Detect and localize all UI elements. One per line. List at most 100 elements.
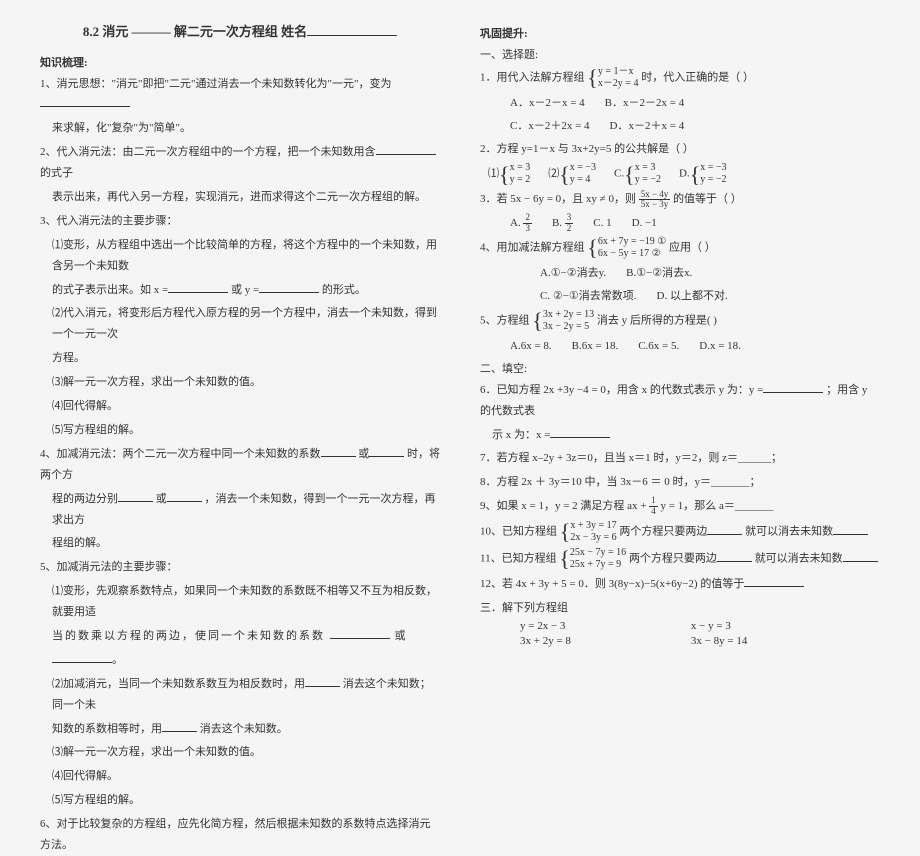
q2-3a: x = 3 [635, 162, 661, 174]
p5-2a-text: ⑵加减消元，当同一个未知数系数互为相反数时，用 [52, 678, 305, 690]
q10-eq2: 2x − 3y = 6 [570, 532, 616, 544]
q3-bd: 2 [565, 224, 574, 234]
p3-1a: ⑴变形，从方程组中选出一个比较简单的方程，将这个方程中的一个未知数，用含另一个未… [40, 235, 440, 277]
point-6: 6、对于比较复杂的方程组，应先化简方程，然后根据未知数的系数特点选择消元方法。 [40, 814, 440, 856]
q1-tail: 时，代入正确的是（ ） [641, 71, 754, 83]
q9: 9、如果 x = 1，y = 2 满足方程 ax + 14 y = 1，那么 a… [480, 496, 880, 517]
p3-1b: 的式子表示出来。如 x = 或 y = 的形式。 [40, 280, 440, 301]
q3-oa: A. [510, 217, 521, 229]
q6c-text: 示 x 为：x = [492, 429, 550, 441]
q4-c: C. ②−①消去常数项. [540, 286, 637, 307]
q2-options: ⑴{x = 3y = 2 ⑵{x = −3y = 4 C.{x = 3y = −… [480, 162, 880, 186]
q4-eq2: 6x − 5y = 17 ② [598, 248, 666, 260]
p1b: 来求解，化"复杂"为"简单"。 [40, 118, 440, 139]
q5-eq1: 3x + 2y = 13 [543, 309, 594, 321]
q2-3b: y = −2 [635, 174, 661, 186]
q8: 8．方程 2x ＋ 3y＝10 中，当 3x－6 ＝ 0 时，y＝_______… [480, 472, 880, 493]
right-column: 巩固提升: 一、选择题: 1．用代入法解方程组 { y = 1－x x－2y =… [480, 20, 880, 630]
p5-4: ⑷回代得解。 [40, 766, 440, 787]
p5-1b-text: 当的数乘以方程的两边，使同一个未知数的系数 [52, 630, 325, 642]
q1-options: A．x－2－x = 4 B．x－2－2x = 4 [480, 93, 880, 114]
q2-4b: y = −2 [700, 174, 726, 186]
p5-1b: 当的数乘以方程的两边，使同一个未知数的系数 或 [40, 626, 440, 647]
q1-d: D．x－2＋x = 4 [610, 116, 685, 137]
p3-4: ⑷回代得解。 [40, 396, 440, 417]
p5-1d: 。 [40, 650, 440, 671]
q2-2a: x = −3 [570, 162, 596, 174]
q10-end: 就可以消去未知数 [745, 526, 833, 538]
q10-tail: 两个方程只要两边 [619, 526, 707, 538]
q9d: 4 [649, 507, 658, 517]
p3-1c-text: 或 y = [231, 284, 259, 296]
p1a: 1、消元思想："消元"即把"二元"通过消去一个未知数转化为"一元"，变为 [40, 78, 391, 90]
q2-1a: x = 3 [510, 162, 531, 174]
q3-od: D. −1 [632, 213, 657, 234]
p5-1c-text: 或 [390, 630, 408, 642]
select-heading: 一、选择题: [480, 45, 880, 66]
q4-eq1: 6x + 7y = −19 ① [598, 236, 666, 248]
p2c: 表示出来，再代入另一方程，实现消元，进而求得这个二元一次方程组的解。 [40, 187, 440, 208]
q6: 6．已知方程 2x +3y −4 = 0，用含 x 的代数式表示 y 为：y =… [480, 380, 880, 422]
q5-c: C.6x = 5. [638, 336, 679, 357]
q5-b: B.6x = 18. [572, 336, 619, 357]
q5-d: D.x = 18. [699, 336, 741, 357]
q11-text: 11、已知方程组 [480, 553, 557, 565]
fill-heading: 二、填空: [480, 359, 880, 380]
point-4: 4、加减消元法：两个二元一次方程中同一个未知数的系数 或 时，将两个方 [40, 444, 440, 486]
q11: 11、已知方程组 { 25x − 7y = 16 25x + 7y = 9 两个… [480, 547, 880, 571]
q4-text: 4、用加减法解方程组 [480, 242, 585, 254]
q5-eq2: 3x − 2y = 5 [543, 321, 594, 333]
p4-line2: 程的两边分别 或 ，消去一个未知数，得到一个一元一次方程，再求出方 [40, 489, 440, 531]
q4-tail: 应用（ ） [669, 242, 716, 254]
left-column: 8.2 消元 ——— 解二元一次方程组 姓名 知识梳理: 1、消元思想："消元"… [40, 20, 440, 630]
p2a: 2、代入消元法：由二元一次方程组中的一个方程，把一个未知数用含 [40, 146, 376, 158]
q5: 5、方程组 { 3x + 2y = 13 3x − 2y = 5 消去 y 后所… [480, 309, 880, 333]
q3-oc: C. 1 [593, 213, 611, 234]
p3-2b: 方程。 [40, 348, 440, 369]
p5-2c-text: 知数的系数相等时，用 [52, 723, 162, 735]
q5-options: A.6x = 8. B.6x = 18. C.6x = 5. D.x = 18. [480, 336, 880, 357]
q3-den: 5x − 3y [639, 200, 671, 210]
q4-b: B.①−②消去x. [626, 263, 692, 284]
p5-2d-text: 消去这个未知数。 [200, 723, 288, 735]
p4e: 或 [156, 493, 167, 505]
q10: 10、已知方程组 { x + 3y = 17 2x − 3y = 6 两个方程只… [480, 520, 880, 544]
q7: 7．若方程 x–2y + 3z＝0，且当 x＝1 时，y＝2，则 z＝_____… [480, 448, 880, 469]
q4: 4、用加减法解方程组 { 6x + 7y = −19 ① 6x − 5y = 1… [480, 236, 880, 260]
p3-1d-text: 的形式。 [322, 284, 366, 296]
q9a: 9、如果 x = 1，y = 2 满足方程 ax + [480, 500, 647, 512]
knowledge-heading: 知识梳理: [40, 53, 440, 74]
q12: 12、若 4x + 3y + 5 = 0．则 3(8y−x)−5(x+6y−2)… [480, 574, 880, 595]
p4g: 程组的解。 [40, 533, 440, 554]
s1b: 3x + 2y = 8 [520, 634, 571, 649]
s1a: y = 2x − 3 [520, 619, 565, 634]
q4-a: A.①−②消去y. [540, 263, 606, 284]
q6c: 示 x 为：x = [480, 425, 880, 446]
p5-5: ⑸写方程组的解。 [40, 790, 440, 811]
q1-c: C．x－2＋2x = 4 [510, 116, 590, 137]
point-2: 2、代入消元法：由二元一次方程组中的一个方程，把一个未知数用含的式子 [40, 142, 440, 184]
q9b: y = 1，那么 a＝_______ [661, 500, 774, 512]
point-1: 1、消元思想："消元"即把"二元"通过消去一个未知数转化为"一元"，变为 [40, 74, 440, 116]
q5-a: A.6x = 8. [510, 336, 552, 357]
q3a: 3．若 5x − 6y = 0，且 xy ≠ 0，则 [480, 193, 636, 205]
p3-3: ⑶解一元一次方程，求出一个未知数的值。 [40, 372, 440, 393]
q11-eq2: 25x + 7y = 9 [570, 559, 626, 571]
q1-a: A．x－2－x = 4 [510, 93, 585, 114]
q1-eq2: x－2y = 4 [598, 78, 639, 90]
q1-options-2: C．x－2＋2x = 4 D．x－2＋x = 4 [480, 116, 880, 137]
s2a: x − y = 3 [691, 619, 731, 634]
q2-1b: y = 2 [510, 174, 531, 186]
q3: 3．若 5x − 6y = 0，且 xy ≠ 0，则 5x − 4y5x − 3… [480, 189, 880, 210]
solve-heading: 三．解下列方程组 [480, 598, 880, 619]
point-3: 3、代入消元法的主要步骤： [40, 211, 440, 232]
q1-eq1: y = 1－x [598, 66, 639, 78]
s2b: 3x − 8y = 14 [691, 634, 747, 649]
q10-text: 10、已知方程组 [480, 526, 557, 538]
p2b: 的式子 [40, 167, 73, 179]
q5-text: 5、方程组 [480, 315, 530, 327]
solve-row: y = 2x − 3 3x + 2y = 8 x − y = 3 3x − 8y… [480, 619, 880, 650]
q3-ad: 3 [523, 224, 532, 234]
q5-tail: 消去 y 后所得的方程是( ) [597, 315, 717, 327]
p5-2a: ⑵加减消元，当同一个未知数系数互为相反数时，用 消去这个未知数；同一个未 [40, 674, 440, 716]
